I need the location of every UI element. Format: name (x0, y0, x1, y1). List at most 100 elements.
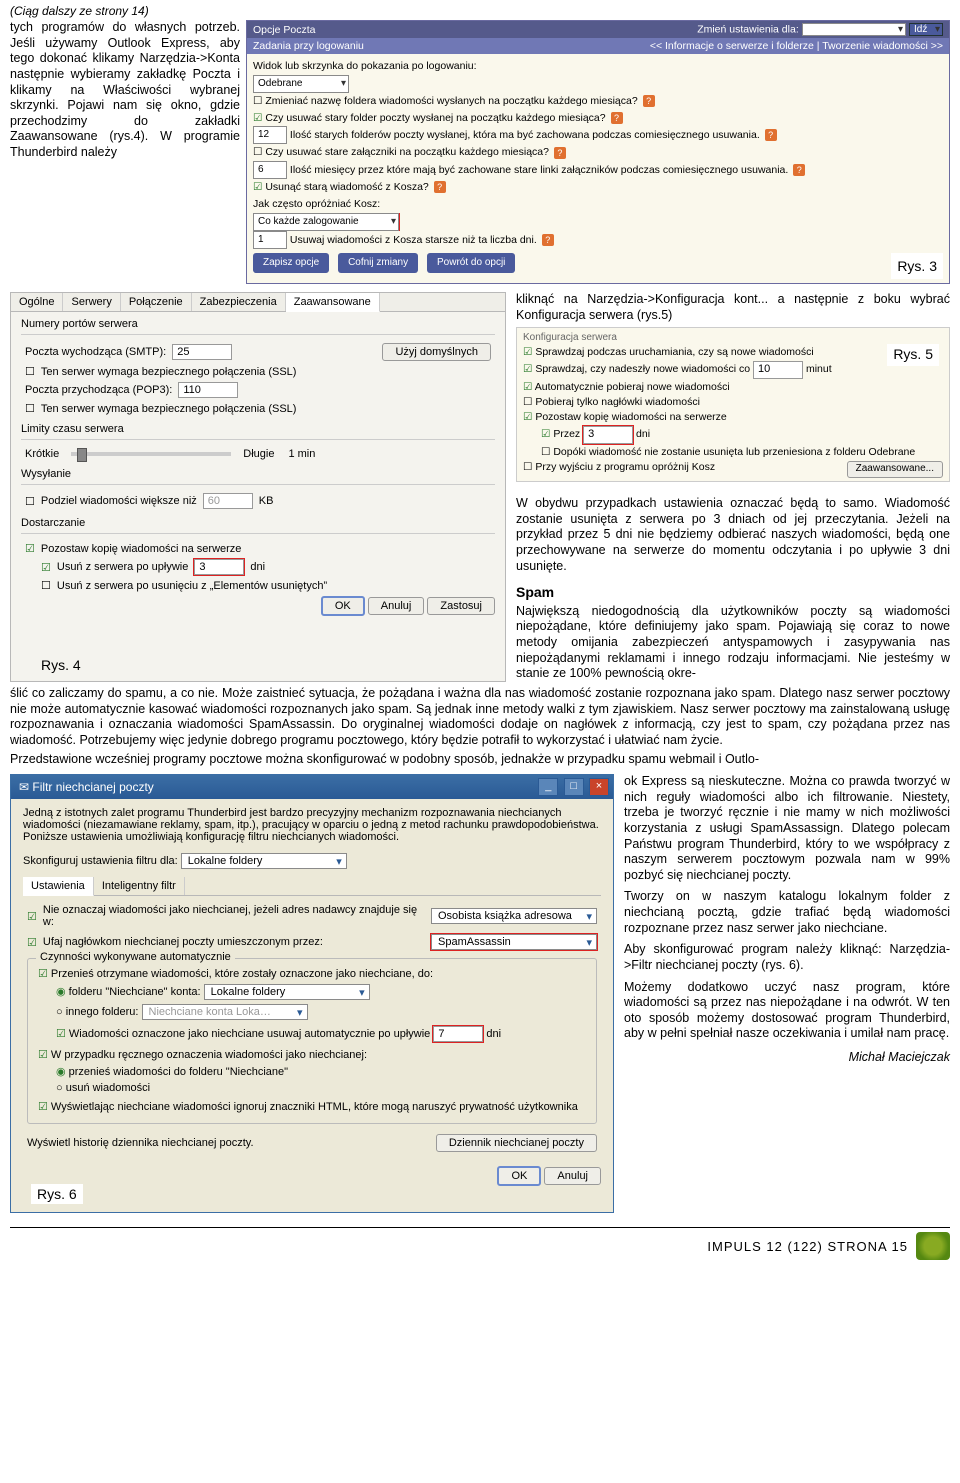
help-icon[interactable]: ? (765, 129, 777, 141)
intro-paragraph: tych programów do własnych potrzeb. Jeśl… (10, 20, 240, 284)
auto-delete-days[interactable]: 7 (433, 1026, 483, 1042)
tab-settings[interactable]: Ustawienia (23, 877, 94, 896)
move-junk-check[interactable] (38, 968, 51, 980)
delete-old-sent-check[interactable] (253, 112, 265, 124)
timeout-value: 1 min (288, 448, 315, 460)
tab-advanced[interactable]: Zaawansowane (286, 293, 380, 312)
pop-label: Poczta przychodząca (POP3): (25, 384, 172, 396)
check-every[interactable] (523, 363, 535, 375)
ok-button[interactable]: OK (321, 596, 365, 616)
pop-port-input[interactable]: 110 (178, 382, 238, 398)
empty-trash-exit[interactable] (523, 461, 535, 473)
spam-full-para: ślić co zaliczamy do spamu, a co nie. Mo… (10, 686, 950, 749)
footer-logo (916, 1232, 950, 1260)
check-on-start[interactable] (523, 346, 535, 358)
use-defaults-button[interactable]: Użyj domyślnych (382, 343, 491, 361)
auto-delete-check[interactable] (56, 1028, 69, 1040)
auto-download[interactable] (523, 381, 535, 393)
rys4-label: Rys. 4 (41, 657, 81, 673)
old-folders-count[interactable]: 12 (253, 126, 287, 144)
delete-old-attach-check[interactable] (253, 146, 265, 158)
leave-copy-check[interactable] (25, 542, 35, 555)
ports-section: Numery portów serwera (11, 312, 505, 332)
rys3-label: Rys. 3 (891, 253, 943, 279)
deliver-section: Dostarczanie (11, 511, 505, 531)
help-icon[interactable]: ? (611, 112, 623, 124)
inbox-select[interactable]: Odebrane (253, 75, 349, 93)
ssl-pop-check[interactable] (25, 402, 35, 415)
configure-for-select[interactable]: Lokalne foldery (181, 853, 347, 869)
smtp-port-input[interactable]: 25 (172, 344, 232, 360)
junk-cancel-button[interactable]: Anuluj (544, 1167, 601, 1185)
empty-trash-check[interactable] (253, 181, 265, 193)
bottom-right-text: ok Express są nieskuteczne. Można co pra… (624, 774, 950, 1042)
move-to-junk-radio[interactable] (56, 1066, 69, 1078)
tab-general[interactable]: Ogólne (11, 293, 63, 311)
minimize-icon[interactable]: _ (538, 778, 558, 796)
check-minutes[interactable]: 10 (753, 361, 803, 379)
junk-folder-radio[interactable] (56, 986, 69, 998)
timeout-slider[interactable] (71, 452, 231, 456)
rys6-label: Rys. 6 (31, 1184, 83, 1204)
other-folder-select[interactable]: Niechciane konta Loka… (142, 1004, 308, 1020)
junk-account-select[interactable]: Lokalne foldery (204, 984, 370, 1000)
advanced-button[interactable]: Zaawansowane... (847, 461, 943, 478)
send-section: Wysyłanie (11, 462, 505, 482)
spamassassin-select[interactable]: SpamAssassin (431, 934, 597, 950)
tab-intelligent[interactable]: Inteligentny filtr (94, 877, 185, 895)
trash-days[interactable]: 1 (253, 231, 287, 249)
back-button[interactable]: Powrót do opcji (427, 253, 515, 273)
for-days-input[interactable]: 3 (583, 426, 633, 444)
short-label: Krótkie (25, 448, 59, 460)
trust-headers-check[interactable] (27, 936, 37, 949)
attach-months[interactable]: 6 (253, 161, 287, 179)
help-icon[interactable]: ? (554, 147, 566, 159)
app-select[interactable]: Choose Application: (802, 23, 906, 36)
remove-after-check[interactable] (41, 561, 51, 574)
other-folder-radio[interactable] (56, 1006, 66, 1018)
ssl-smtp-check[interactable] (25, 365, 35, 378)
tab-security[interactable]: Zabezpieczenia (192, 293, 286, 311)
addressbook-select[interactable]: Osobista książka adresowa (431, 908, 597, 924)
headers-only[interactable] (523, 396, 535, 408)
options-subtitle-right[interactable]: << Informacje o serwerze i folderze | Tw… (650, 40, 943, 52)
delete-radio[interactable] (56, 1082, 66, 1094)
spam-para1: Największą niedogodnością dla użytkownik… (516, 604, 950, 682)
junk-ok-button[interactable]: OK (497, 1166, 541, 1186)
save-options-button[interactable]: Zapisz opcje (253, 253, 329, 273)
maximize-icon[interactable]: □ (564, 778, 584, 796)
undo-button[interactable]: Cofnij zmiany (338, 253, 418, 273)
empty-freq-select[interactable]: Co każde zalogowanie (253, 213, 399, 231)
empty-freq-label: Jak często opróżniać Kosz: (253, 198, 380, 210)
help-icon[interactable]: ? (542, 234, 554, 246)
thunderbird-server-config: Rys. 5 Konfiguracja serwera Sprawdzaj po… (516, 327, 950, 482)
cancel-button[interactable]: Anuluj (368, 597, 425, 615)
split-size[interactable]: 60 (203, 493, 253, 509)
for-days[interactable] (541, 428, 553, 440)
options-subtitle-left: Zadania przy logowaniu (253, 40, 364, 52)
help-icon[interactable]: ? (434, 181, 446, 193)
remove-days-input[interactable]: 3 (194, 559, 244, 575)
remove-deleted-check[interactable] (41, 579, 51, 592)
author: Michał Maciejczak (624, 1050, 950, 1066)
help-icon[interactable]: ? (643, 95, 655, 107)
until-moved[interactable] (541, 446, 553, 458)
junk-filter-dialog: ✉ Filtr niechcianej poczty _ □ × Jedną z… (10, 774, 614, 1213)
history-label: Wyświetl historię dziennika niechcianej … (27, 1137, 428, 1149)
close-icon[interactable]: × (589, 778, 609, 796)
go-button[interactable]: Idź (909, 23, 943, 36)
split-check[interactable] (25, 495, 35, 508)
mid-right-para: W obydwu przypadkach ustawienia oznaczać… (516, 496, 950, 574)
spam-full-para2: Przedstawione wcześniej programy pocztow… (10, 752, 950, 768)
tab-servers[interactable]: Serwery (63, 293, 120, 311)
junk-log-button[interactable]: Dziennik niechcianej poczty (436, 1134, 597, 1152)
help-icon[interactable]: ? (793, 164, 805, 176)
ignore-html-check[interactable] (38, 1101, 51, 1113)
rename-folder-check[interactable] (253, 95, 265, 107)
leave-copy-tb[interactable] (523, 411, 535, 423)
tab-connection[interactable]: Połączenie (121, 293, 192, 311)
whitelist-check[interactable] (27, 910, 37, 923)
manual-mark-check[interactable] (38, 1049, 51, 1061)
long-label: Długie (243, 448, 274, 460)
apply-button[interactable]: Zastosuj (427, 597, 495, 615)
